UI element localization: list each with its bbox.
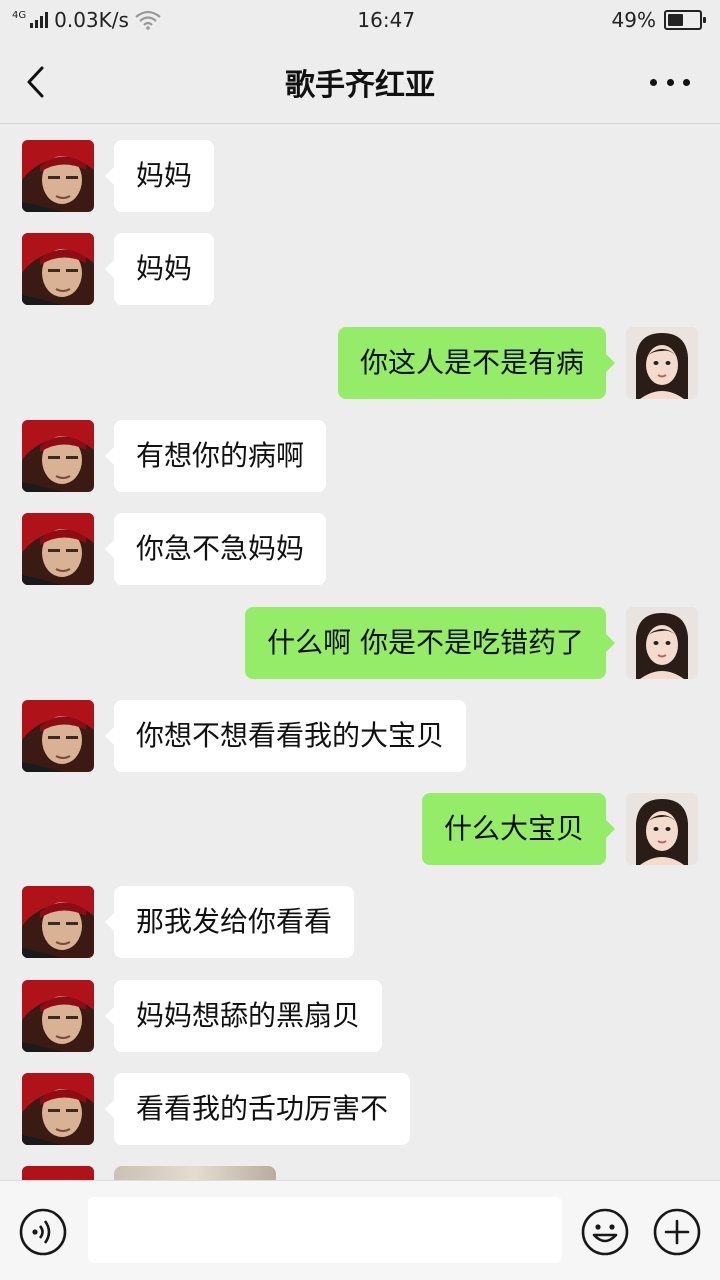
- my-avatar[interactable]: [626, 606, 698, 679]
- message-input[interactable]: [88, 1197, 562, 1263]
- more-icon[interactable]: [650, 70, 690, 94]
- message-row: 妈妈想舔的黑扇贝: [0, 979, 720, 1052]
- message-row: 你急不急妈妈: [0, 513, 720, 586]
- network-speed: 0.03K/s: [54, 8, 129, 32]
- message-bubble[interactable]: 什么啊 你是不是吃错药了: [245, 606, 615, 679]
- chat-title: 歌手齐红亚: [285, 67, 435, 103]
- message-bubble[interactable]: 你想不想看看我的大宝贝: [104, 699, 467, 772]
- wifi-icon: [135, 10, 161, 30]
- contact-avatar[interactable]: [22, 979, 94, 1052]
- contact-avatar[interactable]: [22, 699, 94, 772]
- signal-icon: [30, 12, 49, 28]
- message-row: 什么啊 你是不是吃错药了: [0, 606, 720, 679]
- status-time: 16:47: [357, 8, 416, 32]
- message-row: 什么大宝贝: [0, 793, 720, 866]
- message-bubble[interactable]: 看看我的舌功厉害不: [104, 1073, 411, 1145]
- battery-fill: [668, 14, 683, 26]
- message-bubble[interactable]: 你这人是不是有病: [337, 326, 616, 399]
- my-avatar[interactable]: [626, 793, 698, 866]
- image-message[interactable]: [114, 1166, 276, 1180]
- contact-avatar[interactable]: [22, 886, 94, 959]
- message-row: 看看我的舌功厉害不: [0, 1073, 720, 1145]
- status-right: 49%: [611, 8, 706, 32]
- contact-avatar[interactable]: [22, 1073, 94, 1145]
- message-row: 你想不想看看我的大宝贝: [0, 699, 720, 772]
- message-bubble[interactable]: 什么大宝贝: [421, 793, 616, 866]
- my-avatar[interactable]: [626, 326, 698, 399]
- contact-avatar[interactable]: [22, 513, 94, 586]
- message-bubble[interactable]: 妈妈: [104, 140, 215, 212]
- message-row: 那我发给你看看: [0, 886, 720, 959]
- battery-icon: [664, 10, 706, 30]
- status-left: 4G 0.03K/s: [12, 8, 161, 32]
- status-bar: 4G 0.03K/s 16:47 49%: [0, 0, 720, 40]
- message-row: 你这人是不是有病: [0, 326, 720, 399]
- message-bubble[interactable]: 妈妈: [104, 233, 215, 306]
- message-row: [0, 1166, 720, 1180]
- voice-icon[interactable]: [18, 1207, 68, 1257]
- contact-avatar[interactable]: [22, 1166, 94, 1180]
- contact-avatar[interactable]: [22, 419, 94, 492]
- back-icon[interactable]: [22, 64, 54, 100]
- chat-header: 歌手齐红亚: [0, 40, 720, 124]
- message-row: 有想你的病啊: [0, 419, 720, 492]
- input-bar: [0, 1180, 720, 1280]
- contact-avatar[interactable]: [22, 140, 94, 212]
- message-bubble[interactable]: 妈妈想舔的黑扇贝: [104, 979, 383, 1052]
- network-type: 4G: [12, 10, 27, 21]
- emoji-icon[interactable]: [580, 1207, 630, 1257]
- message-bubble[interactable]: 你急不急妈妈: [104, 513, 327, 586]
- plus-icon[interactable]: [652, 1207, 702, 1257]
- battery-percent: 49%: [611, 8, 656, 32]
- message-bubble[interactable]: 有想你的病啊: [104, 419, 327, 492]
- message-row: 妈妈: [0, 140, 720, 212]
- message-row: 妈妈: [0, 233, 720, 306]
- chat-messages[interactable]: 妈妈 妈妈 你这人是不是有病 有想你的病啊 你急不急妈妈 什么啊 你是不是吃错药…: [0, 124, 720, 1180]
- message-bubble[interactable]: 那我发给你看看: [104, 886, 355, 959]
- contact-avatar[interactable]: [22, 233, 94, 306]
